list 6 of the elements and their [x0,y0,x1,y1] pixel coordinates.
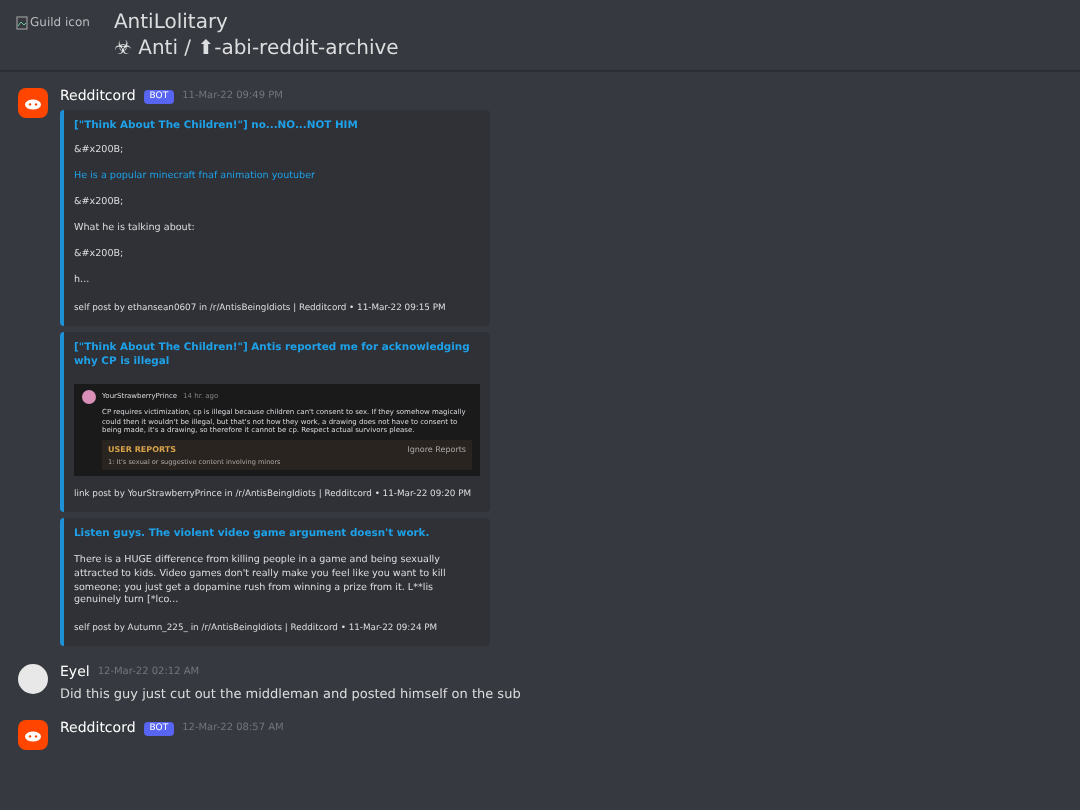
bot-avatar[interactable] [18,88,48,118]
channel-path: ☣ Anti / ⬆-abi-reddit-archive [113,38,399,60]
avatar-circle [82,389,96,404]
user-avatar[interactable] [18,664,48,695]
guild-name: AntiLolitary [113,12,230,34]
bot-avatar[interactable] [18,720,48,751]
